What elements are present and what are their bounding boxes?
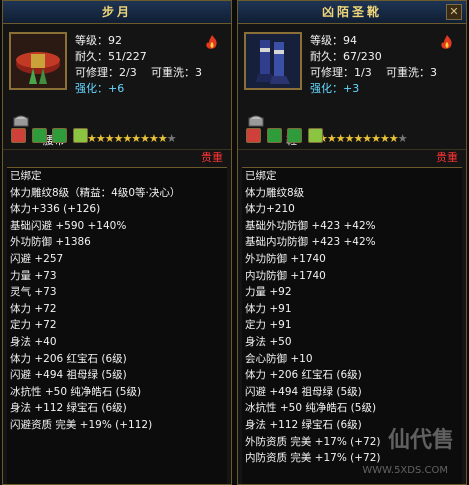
rewashable-text: 可重洗：3	[151, 66, 202, 79]
chest-icon	[248, 115, 264, 127]
attribute-row: 体力 +72	[10, 302, 57, 315]
watermark-url: WWW.5XDS.COM	[362, 465, 448, 476]
attribute-row: 已绑定	[245, 170, 277, 182]
level-text: 等级：92	[75, 34, 122, 47]
belt-item-icon[interactable]	[9, 32, 67, 90]
chest-icon	[13, 115, 29, 127]
item-tooltip-belt: 步月 等级：92 耐久：51/227 可修理：2/3 可重洗：3 强化：+6 腰…	[2, 0, 232, 485]
level-text: 等级：94	[310, 34, 357, 47]
attribute-row: 会心防御 +10	[245, 352, 313, 365]
ruby-gem-icon[interactable]	[11, 128, 26, 143]
attribute-row: 身法 +50	[245, 335, 292, 348]
item-title: 凶陌圣靴	[238, 1, 466, 24]
attribute-row: 基础外功防御 +423 +42%	[245, 219, 376, 232]
attribute-row: 定力 +91	[245, 319, 292, 332]
emerald-gem-icon[interactable]	[31, 128, 47, 143]
enhance-text: 强化：+3	[310, 82, 360, 95]
ruby-gem-icon[interactable]	[246, 128, 261, 143]
attribute-list: 已绑定体力雕纹8级（精益：4级0等·决心） 体力+336 (+126) 基础闪避 +…	[7, 167, 227, 484]
attribute-row: 冰抗性 +50 纯净皓石 (5级)	[245, 402, 377, 415]
emerald-gem-icon[interactable]	[52, 128, 67, 143]
boots-item-icon[interactable]	[244, 32, 302, 90]
attribute-row: 体力 +206 红宝石 (6级)	[10, 352, 127, 365]
attribute-row: 身法 +40	[10, 335, 57, 348]
attribute-row: 闪避 +494 祖母绿 (5级)	[245, 385, 362, 398]
attribute-row: 闪避 +494 祖母绿 (5级)	[10, 369, 127, 382]
attribute-row: 体力+336 (+126)	[10, 203, 101, 216]
rewashable-text: 可重洗：3	[386, 66, 437, 79]
attribute-row: 定力 +72	[10, 319, 57, 332]
repairable-text: 可修理：2/3	[75, 66, 137, 79]
attribute-row: 基础内功防御 +423 +42%	[245, 236, 376, 249]
star-rating: ★★★★★★★★★★	[87, 132, 177, 145]
emerald-gem-icon[interactable]	[266, 128, 282, 143]
star-rating: ★★★★★★★★★★	[318, 132, 408, 145]
close-button[interactable]: ✕	[446, 4, 462, 20]
flame-badge-icon	[441, 35, 452, 49]
precious-tag: 贵重	[436, 151, 458, 164]
enhance-text: 强化：+6	[75, 82, 125, 95]
star-rating-text: ★★★★★★★★★	[87, 132, 168, 145]
repairable-text: 可修理：1/3	[310, 66, 372, 79]
attribute-row: 外功防御 +1386	[10, 236, 91, 249]
gem-sockets	[246, 128, 325, 146]
flame-badge-icon	[206, 35, 217, 49]
star-rating-text: ★★★★★★★★★	[318, 132, 399, 145]
green-gem-icon[interactable]	[307, 128, 323, 143]
attribute-row: 冰抗性 +50 纯净皓石 (5级)	[10, 385, 142, 398]
attribute-row: 已绑定	[10, 170, 42, 182]
watermark: 仙代售	[387, 428, 454, 453]
empty-star: ★	[166, 132, 177, 145]
attribute-row: 内功防御 +1740	[245, 269, 326, 282]
attribute-row: 体力+210	[245, 203, 295, 216]
green-gem-icon[interactable]	[72, 128, 88, 143]
attribute-row: 外功防御 +1740	[245, 252, 326, 265]
attribute-row: 闪避 +257	[10, 252, 64, 265]
attribute-row: 体力雕纹8级	[245, 186, 305, 199]
attribute-row: 力量 +73	[10, 269, 57, 282]
emerald-gem-icon[interactable]	[287, 128, 302, 143]
attribute-row: 闪避资质 完美 +19% (+112)	[10, 418, 153, 431]
attribute-row: 灵气 +73	[10, 286, 57, 299]
gem-sockets	[11, 128, 90, 146]
attribute-row: 力量 +92	[245, 286, 292, 299]
item-tooltip-boots: 凶陌圣靴 ✕ 等级：94 耐久：67/230 可修理：1/3 可重洗：3 强化：…	[237, 0, 467, 485]
precious-tag: 贵重	[201, 151, 223, 164]
attribute-row: 体力雕纹8级（精益：4级0等·决心）	[10, 186, 181, 199]
durability-text: 耐久：67/230	[310, 50, 382, 63]
attribute-row: 体力 +206 红宝石 (6级)	[245, 369, 362, 382]
empty-star: ★	[397, 132, 408, 145]
attribute-row: 体力 +91	[245, 302, 292, 315]
attribute-row: 基础闪避 +590 +140%	[10, 219, 127, 232]
item-title: 步月	[3, 1, 231, 24]
durability-text: 耐久：51/227	[75, 50, 147, 63]
attribute-row: 身法 +112 绿宝石 (6级)	[10, 402, 127, 415]
